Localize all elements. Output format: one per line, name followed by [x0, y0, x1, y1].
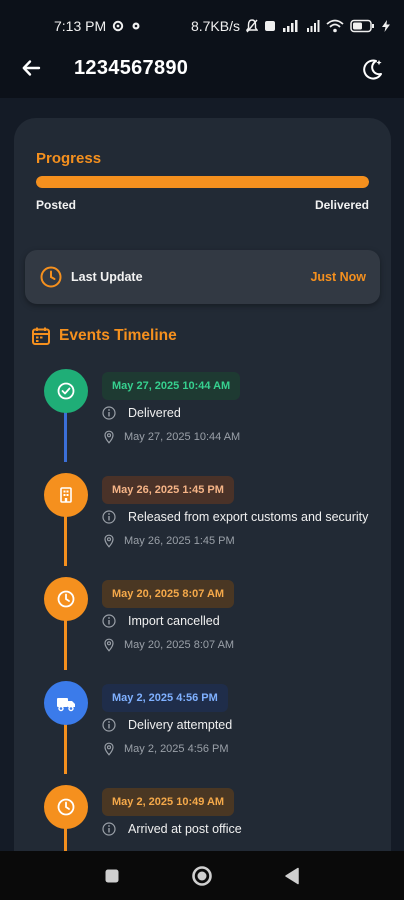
status-left: 7:13 PM — [54, 18, 142, 34]
building-icon — [60, 487, 72, 503]
event-location: May 26, 2025 1:45 PM — [124, 535, 235, 547]
location-pin-icon — [102, 534, 116, 548]
system-navigation-bar — [0, 851, 404, 900]
back-nav-button[interactable] — [279, 863, 305, 889]
mute-icon — [246, 19, 258, 33]
event-date: May 27, 2025 10:44 AM — [112, 380, 231, 392]
recents-button[interactable] — [99, 863, 125, 889]
timeline-title: Events Timeline — [59, 327, 177, 344]
event-node — [44, 577, 88, 621]
event-location-row: May 26, 2025 1:45 PM — [102, 534, 235, 548]
sim-icon — [264, 20, 276, 32]
tracking-card: Progress Posted Delivered Last Update Ju… — [14, 118, 391, 878]
circle-icon — [192, 865, 212, 886]
timeline-event: May 26, 2025 1:45 PM Released from expor… — [14, 473, 391, 577]
event-description-row: Import cancelled — [102, 614, 220, 628]
event-node — [44, 785, 88, 829]
event-date: May 26, 2025 1:45 PM — [112, 484, 224, 496]
info-icon — [102, 406, 116, 420]
event-date-badge: May 2, 2025 10:49 AM — [102, 788, 235, 816]
event-description-row: Arrived at post office — [102, 822, 242, 836]
event-date: May 2, 2025 4:56 PM — [112, 692, 218, 704]
info-icon — [102, 718, 116, 732]
event-location: May 27, 2025 10:44 AM — [124, 431, 241, 443]
event-description-row: Released from export customs and securit… — [102, 510, 368, 524]
gear-status-icon — [130, 20, 142, 32]
timeline-event: May 27, 2025 10:44 AM Delivered May 27, … — [14, 369, 391, 473]
event-description: Released from export customs and securit… — [128, 510, 369, 524]
last-update-label: Last Update — [71, 270, 143, 284]
timeline-event: May 2, 2025 4:56 PM Delivery attempted M… — [14, 681, 391, 785]
truck-icon — [57, 698, 75, 712]
calendar-icon — [31, 326, 51, 346]
event-location-row: May 2, 2025 4:56 PM — [102, 742, 229, 756]
arrow-left-icon — [22, 60, 41, 76]
status-right: 8.7KB/s — [191, 18, 390, 34]
check-circle-icon — [57, 382, 75, 400]
tracking-number-title: 1234567890 — [74, 56, 189, 79]
progress-bar — [36, 176, 369, 188]
location-pin-icon — [102, 742, 116, 756]
charging-icon — [382, 20, 390, 32]
network-speed: 8.7KB/s — [190, 18, 240, 34]
timeline-event: May 20, 2025 8:07 AM Import cancelled Ma… — [14, 577, 391, 681]
info-icon — [102, 822, 116, 836]
event-description-row: Delivered — [102, 406, 181, 420]
progress-end-label: Delivered — [314, 198, 369, 212]
event-date: May 2, 2025 10:49 AM — [112, 796, 225, 808]
signal-2-icon — [306, 20, 320, 32]
event-location: May 2, 2025 4:56 PM — [124, 743, 229, 755]
theme-toggle-button[interactable] — [360, 56, 386, 82]
event-description-row: Delivery attempted — [102, 718, 232, 732]
event-date-badge: May 2, 2025 4:56 PM — [102, 684, 228, 712]
home-button[interactable] — [189, 863, 215, 889]
info-icon — [102, 614, 116, 628]
event-location-row: May 27, 2025 10:44 AM — [102, 430, 240, 444]
status-time: 7:13 PM — [54, 18, 107, 34]
event-date-badge: May 27, 2025 10:44 AM — [102, 372, 241, 400]
event-location-row: May 20, 2025 8:07 AM — [102, 638, 234, 652]
signal-icon — [282, 20, 300, 32]
wifi-icon — [326, 19, 344, 33]
clock-icon — [39, 265, 63, 289]
timeline-header: Events Timeline — [31, 326, 177, 346]
location-pin-icon — [102, 638, 116, 652]
event-node — [44, 369, 88, 413]
event-date-badge: May 20, 2025 8:07 AM — [102, 580, 235, 608]
square-icon — [105, 869, 119, 882]
info-icon — [102, 510, 116, 524]
progress-fill — [36, 176, 369, 188]
back-button[interactable] — [18, 55, 44, 81]
last-update-panel: Last Update Just Now — [25, 250, 380, 304]
battery-icon — [350, 19, 376, 33]
triangle-back-icon — [285, 867, 299, 884]
event-node — [44, 681, 88, 725]
event-location: May 20, 2025 8:07 AM — [124, 639, 235, 651]
last-update-value: Just Now — [310, 270, 366, 284]
event-date-badge: May 26, 2025 1:45 PM — [102, 476, 234, 504]
event-node — [44, 473, 88, 517]
event-description: Import cancelled — [128, 614, 220, 628]
clock-icon — [57, 590, 75, 608]
app-header: 1234567890 — [0, 38, 404, 98]
progress-title: Progress — [36, 150, 102, 167]
event-description: Arrived at post office — [128, 822, 242, 836]
location-pin-icon — [102, 430, 116, 444]
event-description: Delivered — [128, 406, 181, 420]
moon-icon — [363, 59, 382, 80]
clock-icon — [57, 798, 75, 816]
event-date: May 20, 2025 8:07 AM — [112, 588, 225, 600]
progress-start-label: Posted — [36, 198, 77, 212]
event-description: Delivery attempted — [128, 718, 233, 732]
settings-gear-status-icon — [112, 20, 124, 32]
